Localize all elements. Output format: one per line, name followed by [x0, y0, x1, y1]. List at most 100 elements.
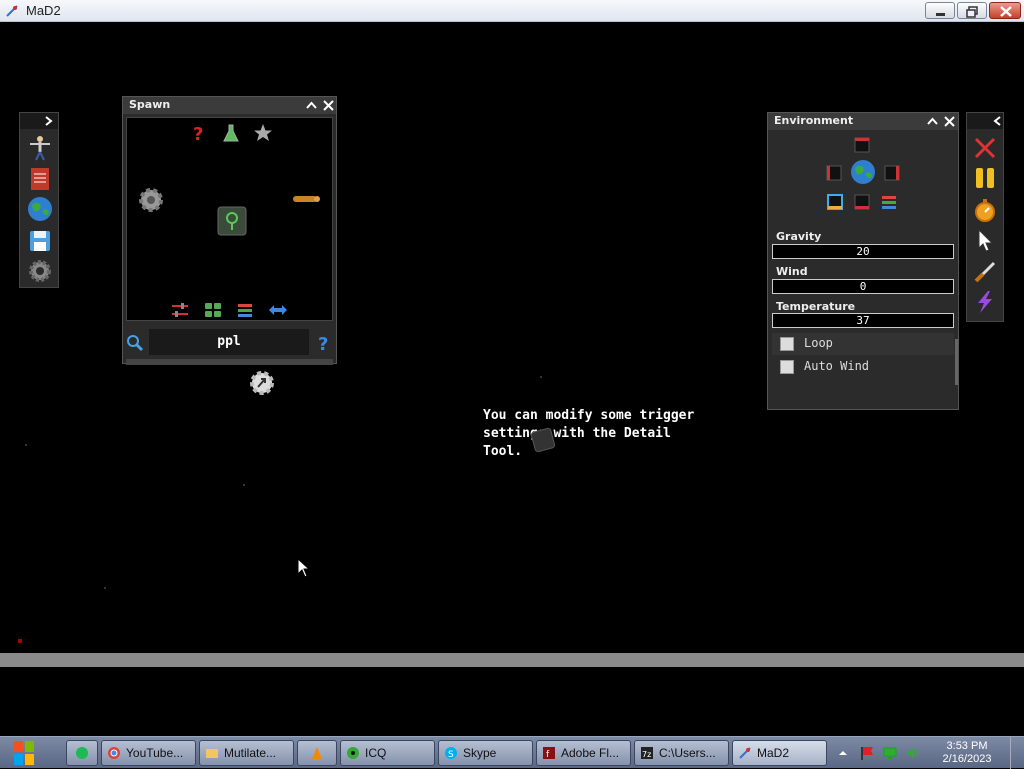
- taskbar-item-spotify[interactable]: [66, 740, 98, 766]
- clock-date: 2/16/2023: [942, 753, 992, 765]
- flask-icon[interactable]: [222, 123, 240, 143]
- window-title: MaD2: [26, 3, 61, 18]
- wall-left-icon[interactable]: [826, 165, 842, 181]
- temperature-label: Temperature: [776, 300, 856, 313]
- close-window-button[interactable]: [989, 2, 1021, 19]
- taskbar-item-chrome[interactable]: YouTube...: [101, 740, 196, 766]
- question-icon[interactable]: ?: [189, 123, 207, 143]
- environment-panel-header[interactable]: Environment: [768, 113, 958, 130]
- particle: [540, 376, 542, 378]
- wall-bottom-icon[interactable]: [854, 194, 870, 210]
- globe-icon[interactable]: [26, 195, 54, 223]
- show-desktop-button[interactable]: [1010, 737, 1024, 769]
- taskbar-item-explorer[interactable]: Mutilate...: [199, 740, 294, 766]
- particle: [104, 587, 106, 589]
- chevron-left-icon: [993, 116, 1001, 126]
- detail-tool-gear-icon[interactable]: [248, 369, 276, 397]
- particle: [243, 484, 245, 486]
- wind-field[interactable]: 0: [772, 279, 954, 294]
- book-icon[interactable]: [26, 165, 54, 193]
- right-toolbar: [966, 112, 1004, 322]
- left-toolbar: [19, 112, 59, 288]
- taskbar-item-7zip[interactable]: 7z C:\Users...: [634, 740, 729, 766]
- restore-button[interactable]: [957, 2, 987, 19]
- lightning-icon[interactable]: [972, 289, 998, 315]
- gear-icon[interactable]: [26, 257, 54, 285]
- network-icon[interactable]: [882, 745, 898, 761]
- close-x-icon[interactable]: [972, 135, 998, 161]
- expand-toolbar-button[interactable]: [20, 113, 58, 129]
- flash-icon: f: [543, 747, 555, 760]
- layers-icon[interactable]: [236, 302, 254, 318]
- star-icon[interactable]: [253, 123, 273, 143]
- chevron-right-icon: [45, 116, 53, 126]
- loop-checkbox[interactable]: [780, 337, 794, 351]
- pause-icon[interactable]: [972, 165, 998, 191]
- stopwatch-icon[interactable]: [972, 197, 998, 223]
- auto-wind-checkbox-row[interactable]: Auto Wind: [772, 356, 954, 378]
- search-icon[interactable]: [126, 334, 144, 352]
- layers-icon[interactable]: [881, 194, 897, 210]
- globe-icon[interactable]: [849, 158, 877, 186]
- collapse-icon[interactable]: [304, 98, 319, 113]
- vlc-icon: [312, 747, 322, 759]
- spawn-panel-header[interactable]: Spawn: [123, 97, 336, 114]
- auto-wind-checkbox[interactable]: [780, 360, 794, 374]
- spotify-icon: [76, 747, 88, 759]
- tip-text: You can modify some trigger settings wit…: [483, 408, 695, 459]
- environment-panel-title: Environment: [774, 114, 854, 127]
- ground: [0, 653, 1024, 667]
- box-walls-icon[interactable]: [827, 194, 843, 210]
- collapse-icon[interactable]: [925, 114, 940, 129]
- spawn-search-input[interactable]: ppl: [149, 329, 309, 355]
- spawn-panel: Spawn ? ppl ?: [122, 96, 337, 365]
- tree-icon[interactable]: [217, 206, 247, 236]
- skype-icon: S: [445, 747, 457, 760]
- taskbar-item-vlc[interactable]: [297, 740, 337, 766]
- mad2-icon: [739, 747, 751, 759]
- tray-expand-icon[interactable]: [837, 747, 849, 759]
- blood-particle: [18, 639, 22, 643]
- clock-time: 3:53 PM: [946, 740, 988, 752]
- auto-wind-label: Auto Wind: [804, 359, 870, 373]
- help-icon[interactable]: ?: [316, 333, 332, 353]
- wall-top-icon[interactable]: [854, 137, 870, 153]
- grid-icon[interactable]: [204, 302, 222, 318]
- collapse-toolbar-button[interactable]: [967, 113, 1003, 129]
- log-icon[interactable]: [292, 194, 320, 204]
- gravity-field[interactable]: 20: [772, 244, 954, 259]
- temperature-field[interactable]: 37: [772, 313, 954, 328]
- person-icon[interactable]: [26, 133, 54, 161]
- close-icon[interactable]: [942, 114, 957, 129]
- chrome-icon: [108, 747, 120, 759]
- spawn-panel-title: Spawn: [129, 98, 171, 111]
- wind-label: Wind: [776, 265, 808, 278]
- minimize-button[interactable]: [925, 2, 955, 19]
- loop-checkbox-row[interactable]: Loop: [772, 333, 954, 355]
- flag-icon[interactable]: [859, 745, 875, 761]
- volume-icon[interactable]: [905, 745, 921, 761]
- gear-icon[interactable]: [137, 186, 165, 214]
- taskbar-item-icq[interactable]: ICQ: [340, 740, 435, 766]
- app-icon: [6, 5, 18, 17]
- svg-text:S: S: [448, 750, 454, 760]
- close-icon[interactable]: [321, 98, 336, 113]
- loop-label: Loop: [804, 336, 833, 350]
- taskbar-item-mad2[interactable]: MaD2: [732, 740, 827, 766]
- trigger-block-icon[interactable]: [527, 424, 559, 456]
- particle: [25, 444, 27, 446]
- icq-icon: [347, 747, 359, 759]
- knife-icon[interactable]: [972, 259, 998, 285]
- folder-icon: [206, 749, 218, 758]
- window-titlebar: MaD2: [0, 0, 1024, 22]
- cursor-icon[interactable]: [972, 227, 998, 253]
- start-button[interactable]: [4, 737, 44, 769]
- taskbar-item-skype[interactable]: S Skype: [438, 740, 533, 766]
- taskbar-item-flash[interactable]: f Adobe Fl...: [536, 740, 631, 766]
- environment-scrollbar[interactable]: [955, 339, 958, 385]
- swap-icon[interactable]: [267, 303, 289, 317]
- save-icon[interactable]: [26, 227, 54, 255]
- system-clock[interactable]: 3:53 PM 2/16/2023: [938, 740, 996, 766]
- sliders-icon[interactable]: [170, 302, 190, 318]
- wall-right-icon[interactable]: [884, 165, 900, 181]
